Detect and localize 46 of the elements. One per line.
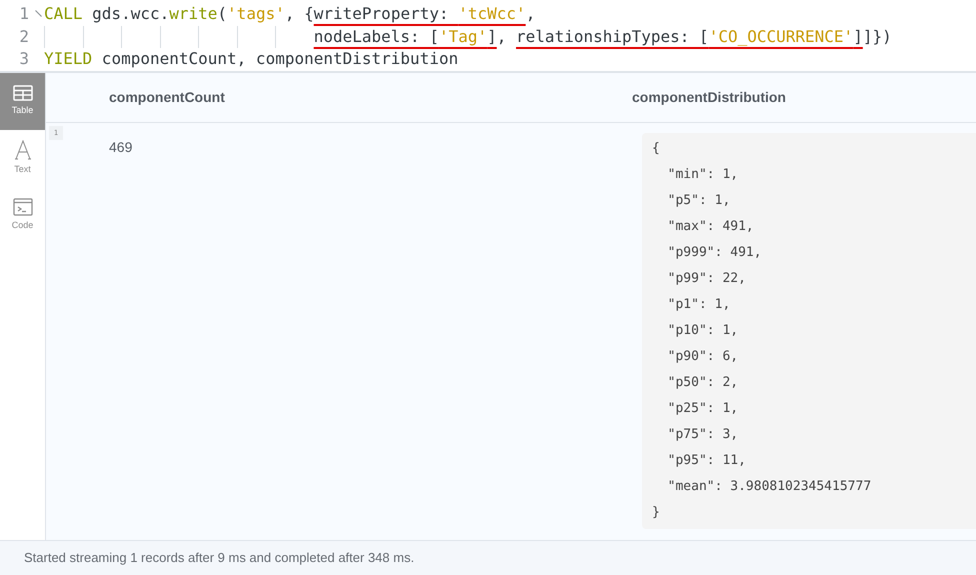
column-header: componentCount	[108, 88, 226, 107]
status-message: Started streaming 1 records after 9 ms and completed after 348 ms.	[24, 549, 414, 568]
code-token: write	[169, 3, 218, 25]
code-token: ]})	[862, 26, 892, 48]
table-cell-text: 469	[108, 138, 134, 157]
json-line: "mean": 3.9808102345415777	[666, 478, 872, 496]
code-token: ,	[526, 3, 536, 25]
json-line: "p75": 3,	[666, 426, 740, 444]
code-token: ,	[496, 26, 508, 48]
json-line: "p25": 1,	[666, 400, 740, 418]
json-line: "p95": 11,	[666, 452, 747, 470]
code-token: CALL	[44, 3, 83, 25]
column-header: componentDistribution	[632, 88, 787, 107]
code-token: gds.wcc.	[91, 3, 170, 25]
code-token-error: writeProperty:	[314, 3, 450, 25]
code-token-error: 'CO_OCCURRENCE'	[708, 26, 854, 48]
json-line: "p999": 491,	[666, 244, 763, 262]
line-number: 3	[18, 48, 30, 70]
json-line: "max": 491,	[666, 218, 755, 236]
code-token: , {	[284, 3, 314, 25]
json-line: "p10": 1,	[666, 322, 740, 340]
json-line: "p5": 1,	[666, 192, 732, 210]
view-tab[interactable]: Table	[0, 73, 45, 130]
json-line: {	[652, 140, 661, 158]
json-line: "p1": 1,	[666, 296, 732, 314]
line-number: 1	[18, 3, 30, 25]
code-token-error: 'Tag'	[438, 26, 488, 48]
code-token-error: relationshipTypes: [	[516, 26, 709, 48]
code-token-error: ]	[853, 26, 863, 48]
code-token: (	[217, 3, 228, 25]
line-number: 2	[18, 26, 30, 48]
letter-a-icon	[14, 140, 30, 160]
terminal-icon	[12, 198, 32, 216]
json-line: "min": 1,	[666, 166, 740, 184]
json-line: "p50": 2,	[666, 374, 740, 392]
fold-mark-icon	[34, 10, 42, 17]
code-token: YIELD	[44, 48, 92, 70]
code-token: componentCount, componentDistribution	[100, 48, 458, 70]
code-token-error: nodeLabels: [	[314, 26, 439, 48]
code-token-error: ]	[487, 26, 497, 48]
code-token-error: 'tcWcc'	[458, 3, 526, 25]
table-icon	[12, 85, 32, 102]
json-line: "p90": 6,	[666, 348, 740, 366]
json-line: }	[652, 504, 661, 522]
code-token: 'tags'	[227, 3, 285, 25]
json-line: "p99": 22,	[666, 270, 747, 288]
